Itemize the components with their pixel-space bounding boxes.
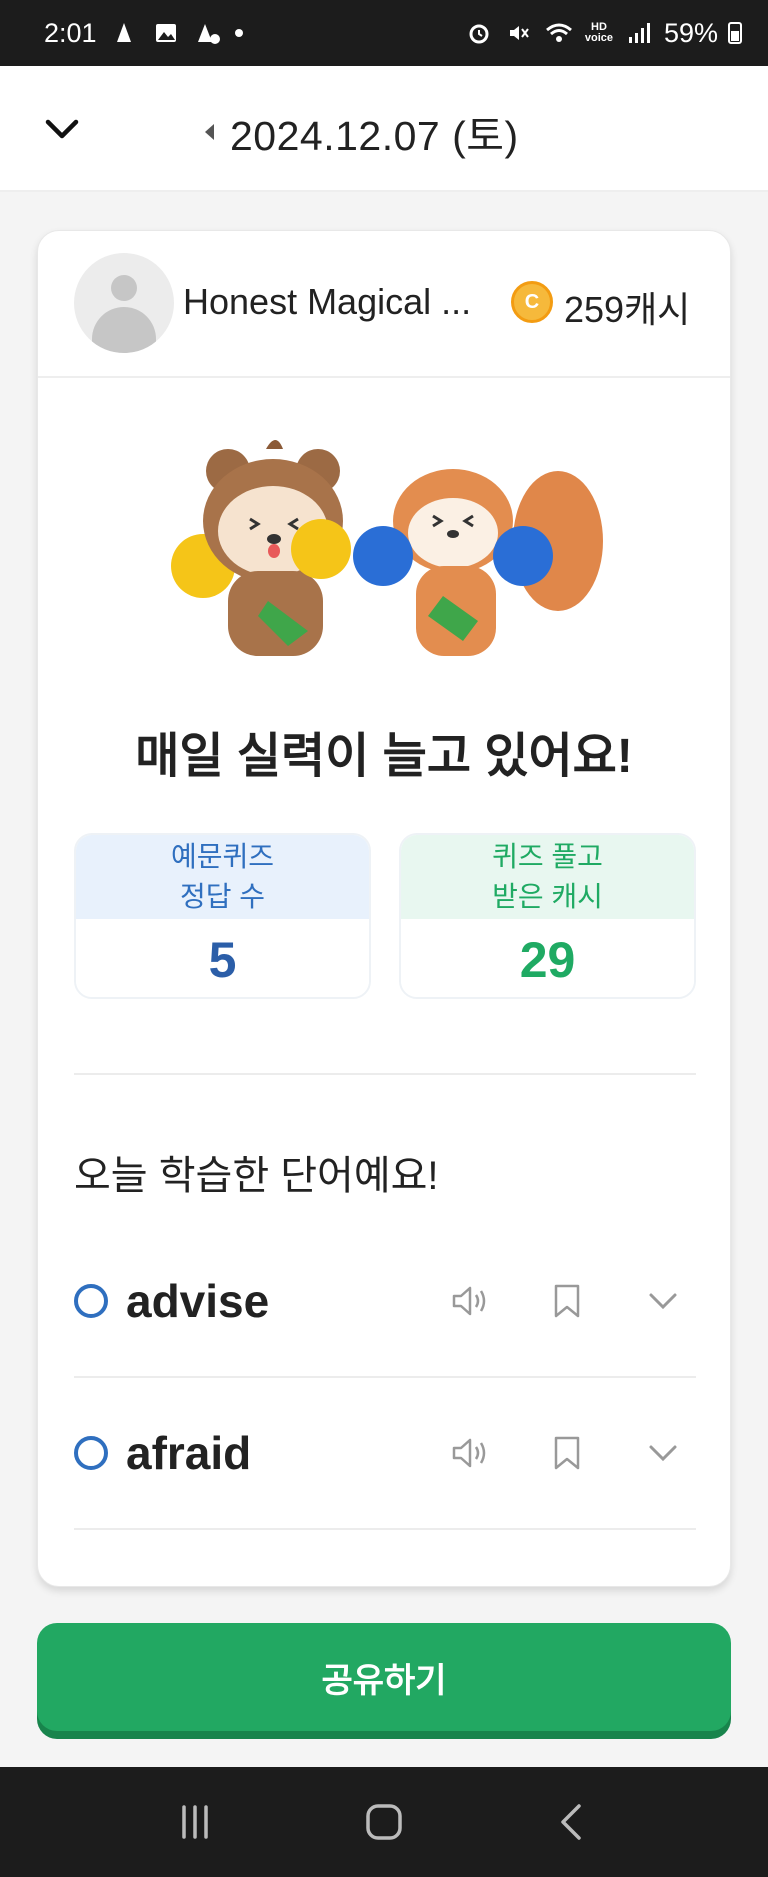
app-notification-icon bbox=[193, 18, 223, 48]
date-label: 2024.12.07 (토) bbox=[230, 113, 519, 159]
speaker-icon[interactable] bbox=[448, 1278, 494, 1324]
battery-icon bbox=[728, 22, 742, 44]
stat-label-line2: 받은 캐시 bbox=[492, 881, 603, 912]
avatar bbox=[74, 253, 174, 353]
battery-percent: 59% bbox=[663, 17, 718, 48]
hd-voice-icon: HD voice bbox=[584, 21, 614, 44]
stat-earned-cash: 퀴즈 풀고 받은 캐시 29 bbox=[399, 833, 696, 999]
triangle-left-icon[interactable] bbox=[205, 124, 214, 140]
stat-label-line1: 퀴즈 풀고 bbox=[492, 841, 603, 872]
word-row[interactable]: advise bbox=[74, 1226, 696, 1378]
divider bbox=[74, 1073, 696, 1075]
username: Honest Magical ... bbox=[183, 281, 472, 322]
result-card: Honest Magical ... C 259캐시 매일 실력이 늘고 있어요… bbox=[37, 230, 731, 1587]
bookmark-icon[interactable] bbox=[544, 1278, 590, 1324]
date-selector[interactable]: 2024.12.07 (토) bbox=[205, 102, 519, 162]
recent-apps-icon[interactable] bbox=[165, 1792, 225, 1852]
top-bar: 2024.12.07 (토) bbox=[0, 66, 768, 192]
cash-balance: 259캐시 bbox=[564, 289, 691, 330]
mascot-illustration bbox=[158, 431, 608, 671]
more-notifications-dot bbox=[234, 29, 243, 37]
chevron-down-icon[interactable] bbox=[42, 110, 82, 150]
status-circle-icon bbox=[74, 1284, 108, 1318]
home-icon[interactable] bbox=[354, 1792, 414, 1852]
stat-value: 29 bbox=[401, 919, 694, 997]
status-time: 2:01 bbox=[44, 17, 97, 48]
back-icon[interactable] bbox=[543, 1792, 603, 1852]
word-text: advise bbox=[126, 1275, 270, 1327]
wifi-icon bbox=[544, 18, 574, 48]
bookmark-icon[interactable] bbox=[544, 1430, 590, 1476]
status-bar: 2:01 HD voice 59% bbox=[0, 0, 768, 66]
navigation-bar bbox=[0, 1767, 768, 1877]
headline: 매일 실력이 늘고 있어요! bbox=[135, 730, 633, 783]
share-button[interactable]: 공유하기 bbox=[37, 1623, 731, 1731]
profile-row: Honest Magical ... C 259캐시 bbox=[38, 231, 730, 378]
notification-icon bbox=[109, 18, 139, 48]
stat-value: 5 bbox=[76, 919, 369, 997]
coin-icon: C bbox=[511, 281, 553, 323]
word-row[interactable]: afraid bbox=[74, 1378, 696, 1530]
alarm-icon bbox=[464, 18, 494, 48]
stat-label-line2: 정답 수 bbox=[179, 881, 266, 912]
word-text: afraid bbox=[126, 1427, 252, 1479]
image-icon bbox=[151, 18, 181, 48]
speaker-icon[interactable] bbox=[448, 1430, 494, 1476]
stat-label-line1: 예문퀴즈 bbox=[170, 841, 275, 872]
chevron-down-icon[interactable] bbox=[640, 1278, 686, 1324]
signal-icon bbox=[624, 18, 654, 48]
chevron-down-icon[interactable] bbox=[640, 1430, 686, 1476]
status-circle-icon bbox=[74, 1436, 108, 1470]
section-title: 오늘 학습한 단어예요! bbox=[74, 1154, 439, 1198]
stat-correct-answers: 예문퀴즈 정답 수 5 bbox=[74, 833, 371, 999]
mute-icon bbox=[504, 18, 534, 48]
